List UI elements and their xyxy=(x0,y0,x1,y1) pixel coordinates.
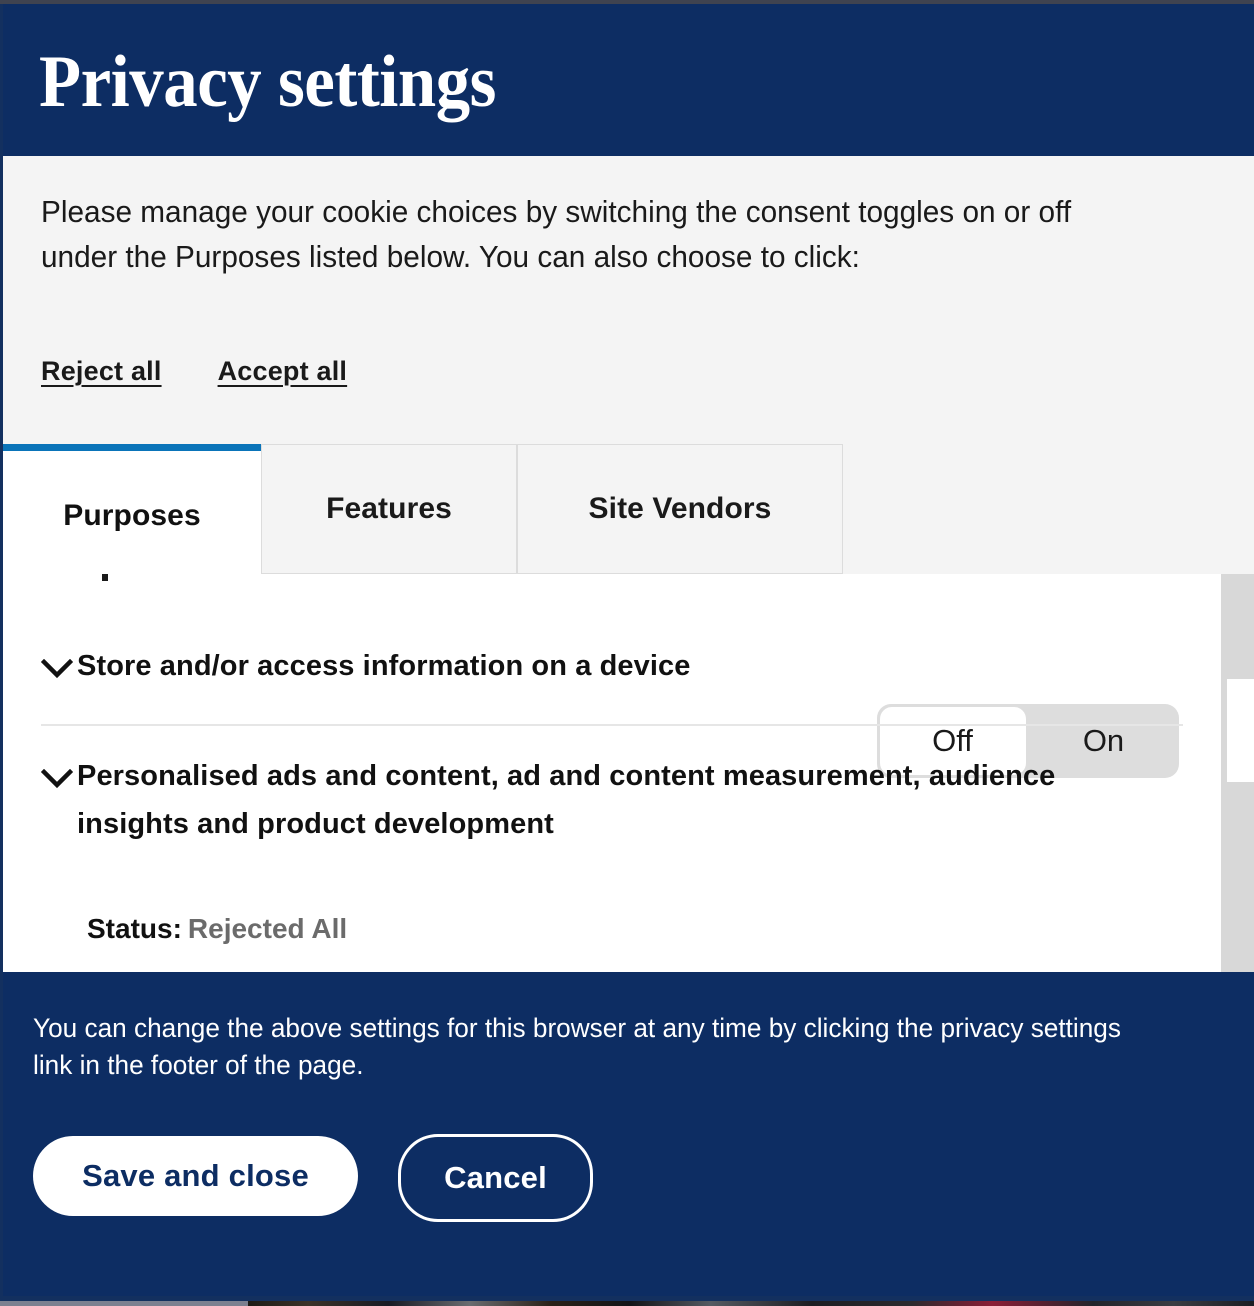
tab-purposes[interactable]: Purposes xyxy=(3,444,261,580)
chevron-down-icon[interactable] xyxy=(41,650,77,688)
page-title: Privacy settings xyxy=(39,41,497,123)
status-label: Status: xyxy=(87,913,182,944)
status-value: Rejected All xyxy=(187,913,348,944)
privacy-settings-dialog: Privacy settings Please manage your cook… xyxy=(3,4,1254,1296)
purpose-title: Store and/or access information on a dev… xyxy=(77,650,691,682)
purpose-row: Store and/or access information on a dev… xyxy=(3,642,1221,778)
reject-all-button[interactable]: Reject all xyxy=(41,356,162,387)
status-badge: Status: Rejected All xyxy=(87,912,347,946)
toggle-on-label[interactable]: On xyxy=(1028,704,1179,778)
clipped-text-artifact xyxy=(102,574,108,581)
purpose-header: Store and/or access information on a dev… xyxy=(3,642,1221,690)
tab-site-vendors[interactable]: Site Vendors xyxy=(517,444,843,574)
browser-page: Privacy settings Please manage your cook… xyxy=(0,0,1254,1306)
intro-section: Please manage your cookie choices by swi… xyxy=(3,156,1254,444)
underlying-page-sliver xyxy=(0,1301,1254,1306)
quick-actions: Reject all Accept all xyxy=(41,356,347,387)
consent-toggle-store-access[interactable]: Off On xyxy=(877,704,1179,778)
tab-features[interactable]: Features xyxy=(261,444,517,574)
scrollbar-thumb[interactable] xyxy=(1227,679,1254,782)
scrollbar-track[interactable] xyxy=(1221,574,1254,972)
dialog-header: Privacy settings xyxy=(3,4,1254,156)
cancel-button[interactable]: Cancel xyxy=(398,1134,593,1222)
footer-note: You can change the above settings for th… xyxy=(33,1013,1121,1080)
accept-all-button[interactable]: Accept all xyxy=(218,356,348,387)
purposes-list[interactable]: Store and/or access information on a dev… xyxy=(3,574,1254,972)
dialog-footer: You can change the above settings for th… xyxy=(3,972,1254,1296)
save-and-close-button[interactable]: Save and close xyxy=(33,1135,358,1216)
toggle-off-label[interactable]: Off xyxy=(877,704,1028,778)
chevron-down-icon[interactable] xyxy=(41,760,77,798)
footer-actions: Save and close Cancel xyxy=(33,1129,593,1222)
underlying-page-right xyxy=(248,1301,1254,1306)
underlying-page-left xyxy=(0,1301,248,1306)
intro-paragraph: Please manage your cookie choices by swi… xyxy=(41,194,1072,274)
tab-bar: Purposes Features Site Vendors xyxy=(3,444,1254,580)
